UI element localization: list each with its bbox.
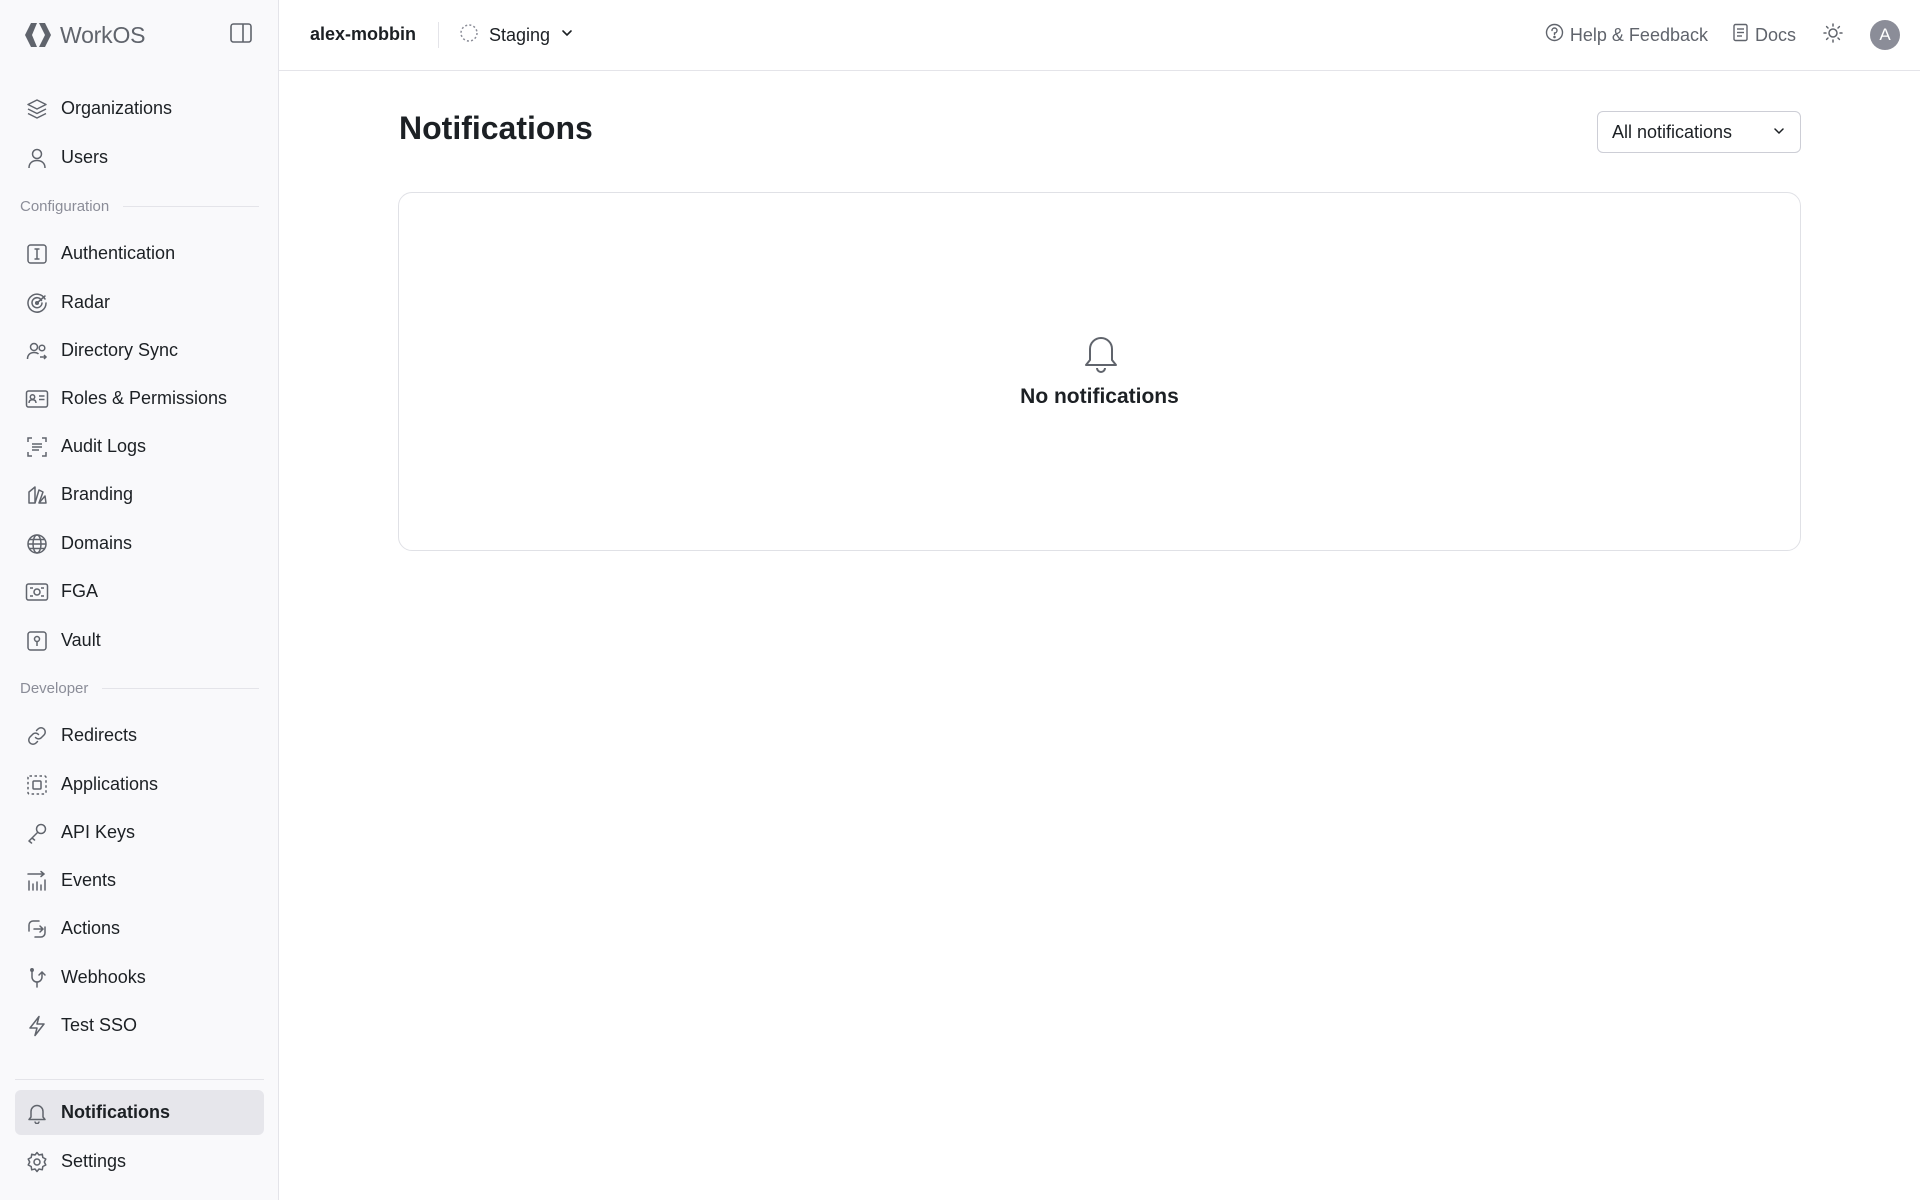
sidebar-item-label: Settings [61, 1151, 127, 1171]
sidebar-item-label: Users [61, 147, 109, 167]
brand-name: WorkOS [60, 21, 146, 48]
applications-icon [25, 773, 49, 797]
sidebar-divider [15, 1079, 264, 1080]
sun-icon [1822, 22, 1844, 49]
section-configuration: Configuration [20, 196, 259, 216]
docs-label: Docs [1754, 24, 1796, 45]
fga-icon [25, 580, 49, 604]
sidebar-item-api-keys[interactable]: API Keys [15, 810, 264, 855]
sidebar-item-label: FGA [61, 581, 99, 601]
organization-name[interactable]: alex-mobbin [310, 24, 416, 45]
chevron-down-icon [560, 26, 574, 45]
sidebar-item-notifications[interactable]: Notifications [15, 1090, 264, 1135]
vault-icon [25, 629, 49, 653]
environment-dotted-circle-icon [459, 23, 479, 48]
sidebar-item-roles-permissions[interactable]: Roles & Permissions [15, 376, 264, 421]
webhook-icon [25, 966, 49, 990]
notifications-empty-state: No notifications [398, 192, 1801, 551]
sidebar-item-label: Events [61, 870, 117, 890]
sidebar-item-vault[interactable]: Vault [15, 618, 264, 663]
sidebar-item-label: Test SSO [61, 1015, 138, 1035]
environment-label: Staging [489, 24, 551, 45]
sidebar-item-label: Notifications [61, 1102, 171, 1122]
globe-icon [25, 532, 49, 556]
sidebar-item-actions[interactable]: Actions [15, 906, 264, 951]
layers-icon [25, 97, 49, 121]
section-title: Configuration [20, 197, 110, 215]
filter-selected-value: All notifications [1612, 121, 1733, 142]
document-icon [1732, 23, 1749, 47]
sidebar-item-domains[interactable]: Domains [15, 521, 264, 566]
section-title: Developer [20, 679, 89, 697]
sidebar-item-users[interactable]: Users [15, 135, 264, 180]
sidebar-toggle-button[interactable] [228, 22, 254, 48]
sidebar-item-audit-logs[interactable]: Audit Logs [15, 424, 264, 469]
authentication-icon [25, 242, 49, 266]
sidebar-item-test-sso[interactable]: Test SSO [15, 1003, 264, 1048]
sidebar-item-label: Authentication [61, 243, 176, 263]
sidebar-item-authentication[interactable]: Authentication [15, 231, 264, 276]
sidebar-item-label: Applications [61, 774, 159, 794]
sidebar-item-label: Organizations [61, 98, 173, 118]
sidebar-item-label: Audit Logs [61, 436, 147, 456]
sidebar-item-directory-sync[interactable]: Directory Sync [15, 328, 264, 373]
sidebar-item-label: Directory Sync [61, 340, 179, 360]
help-feedback-label: Help & Feedback [1569, 24, 1708, 45]
roles-icon [25, 387, 49, 411]
help-circle-icon [1545, 23, 1564, 47]
sidebar-toggle-icon [230, 22, 252, 48]
docs-link[interactable]: Docs [1732, 23, 1796, 47]
bell-icon [1083, 333, 1119, 373]
sidebar-item-label: API Keys [61, 822, 136, 842]
section-divider [123, 205, 259, 207]
page-title: Notifications [399, 110, 593, 146]
bell-icon [25, 1101, 49, 1125]
environment-switcher[interactable]: Staging [459, 21, 574, 49]
actions-icon [25, 917, 49, 941]
user-icon [25, 146, 49, 170]
branding-icon [25, 483, 49, 507]
directory-sync-icon [25, 339, 49, 363]
gear-icon [25, 1150, 49, 1174]
sidebar-item-organizations[interactable]: Organizations [15, 86, 264, 131]
sidebar-item-label: Roles & Permissions [61, 388, 228, 408]
empty-state-message: No notifications [1020, 385, 1179, 408]
sidebar-item-label: Actions [61, 918, 121, 938]
sidebar-item-settings[interactable]: Settings [15, 1139, 264, 1184]
sidebar-item-fga[interactable]: FGA [15, 569, 264, 614]
sidebar: WorkOS Organizations Users Configuration… [0, 0, 279, 1200]
events-icon [25, 869, 49, 893]
sidebar-item-events[interactable]: Events [15, 858, 264, 903]
section-divider [102, 687, 259, 689]
chevron-down-icon [1772, 122, 1786, 143]
key-icon [25, 821, 49, 845]
sidebar-item-radar[interactable]: Radar [15, 280, 264, 325]
brand[interactable]: WorkOS [24, 20, 145, 50]
sidebar-item-branding[interactable]: Branding [15, 472, 264, 517]
section-developer: Developer [20, 678, 259, 698]
notification-filter-select[interactable]: All notifications [1597, 111, 1801, 153]
link-icon [25, 724, 49, 748]
workos-logo-icon [24, 21, 52, 49]
audit-logs-icon [25, 435, 49, 459]
sidebar-item-redirects[interactable]: Redirects [15, 713, 264, 758]
radar-icon [25, 291, 49, 315]
sidebar-item-label: Branding [61, 484, 134, 504]
sidebar-item-label: Redirects [61, 725, 138, 745]
avatar[interactable]: A [1870, 20, 1900, 50]
sidebar-item-label: Webhooks [61, 967, 146, 987]
lightning-icon [25, 1014, 49, 1038]
sidebar-item-label: Domains [61, 533, 133, 553]
topbar-separator [438, 22, 439, 48]
sidebar-item-webhooks[interactable]: Webhooks [15, 955, 264, 1000]
help-feedback-link[interactable]: Help & Feedback [1545, 23, 1708, 47]
topbar-actions: Help & Feedback Docs A [1545, 18, 1900, 52]
top-bar: alex-mobbin Staging Help & Feedback Docs… [279, 0, 1920, 71]
sidebar-item-label: Vault [61, 630, 101, 650]
theme-toggle-button[interactable] [1820, 22, 1846, 48]
sidebar-item-applications[interactable]: Applications [15, 762, 264, 807]
sidebar-item-label: Radar [61, 292, 111, 312]
